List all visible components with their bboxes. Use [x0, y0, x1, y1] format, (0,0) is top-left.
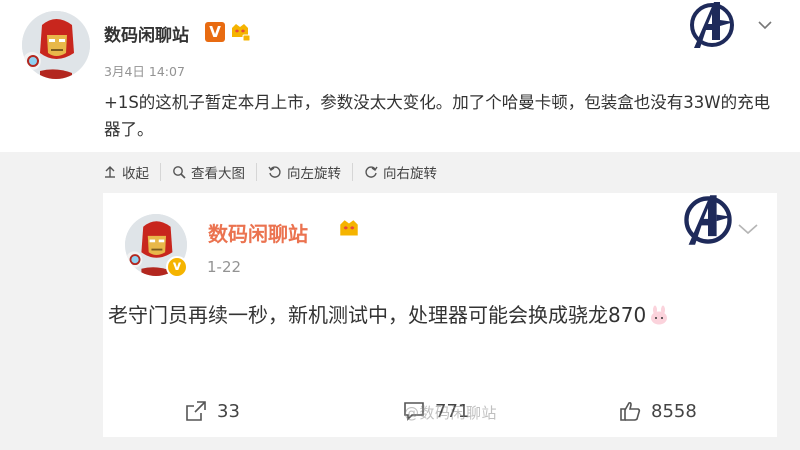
- avengers-logo-icon: [684, 195, 732, 245]
- collapse-label: 收起: [122, 166, 149, 182]
- verified-badge: V: [205, 22, 225, 42]
- rotate-right-icon: [365, 166, 378, 178]
- quoted-post-image[interactable]: v 数码闲聊站 1-22 老守门员再续一秒，新机测试中，处理器可能会换成骁龙87…: [103, 193, 777, 437]
- post-time[interactable]: 3月4日 14:07: [104, 61, 185, 80]
- like-count: 8558: [651, 400, 697, 422]
- rotate-left-label: 向左旋转: [287, 166, 341, 182]
- collapse-icon: [105, 166, 115, 178]
- chevron-down-icon[interactable]: [737, 223, 759, 239]
- magnifier-icon: [173, 166, 186, 179]
- author-name[interactable]: 数码闲聊站: [104, 21, 189, 46]
- share-button[interactable]: 33: [185, 400, 240, 422]
- bunny-emoji-icon: [651, 305, 668, 325]
- image-toolbar: 收起 查看大图 向左旋转 向右旋转: [103, 163, 459, 182]
- rotate-right-button[interactable]: 向右旋转: [364, 163, 448, 182]
- quoted-post-time[interactable]: 1-22: [207, 258, 241, 276]
- collapse-button[interactable]: 收起: [103, 163, 161, 182]
- post-content: +1S的这机子暂定本月上市，参数没太大变化。加了个哈曼卡顿，包装盒也没有33W的…: [104, 93, 771, 139]
- chevron-down-icon[interactable]: [757, 18, 773, 34]
- rotate-right-label: 向右旋转: [383, 166, 437, 182]
- quoted-content-text: 老守门员再续一秒，新机测试中，处理器可能会换成骁龙870: [108, 303, 647, 327]
- share-icon: [186, 401, 206, 421]
- weibo-post: 数码闲聊站 V 3月4日 14:07 +1S的这机子暂定本月上市，参数没太大变化…: [0, 0, 800, 152]
- iron-man-avatar-icon: [22, 11, 90, 79]
- like-button[interactable]: 8558: [619, 400, 697, 422]
- verified-badge: v: [166, 256, 188, 278]
- thumbs-up-icon: [620, 401, 641, 421]
- rotate-left-button[interactable]: 向左旋转: [268, 163, 353, 182]
- author-avatar[interactable]: [22, 11, 90, 79]
- share-count: 33: [217, 400, 240, 422]
- rotate-left-icon: [268, 166, 281, 178]
- quoted-author-name[interactable]: 数码闲聊站: [208, 218, 308, 247]
- fan-badge-icon: [232, 24, 251, 42]
- view-large-label: 查看大图: [191, 166, 245, 182]
- view-large-button[interactable]: 查看大图: [172, 163, 257, 182]
- avengers-logo-icon: [690, 2, 734, 48]
- fan-badge-icon: [340, 220, 358, 236]
- quoted-post-content: 老守门员再续一秒，新机测试中，处理器可能会换成骁龙870: [108, 300, 768, 330]
- watermark: @数码闲聊站: [404, 404, 498, 422]
